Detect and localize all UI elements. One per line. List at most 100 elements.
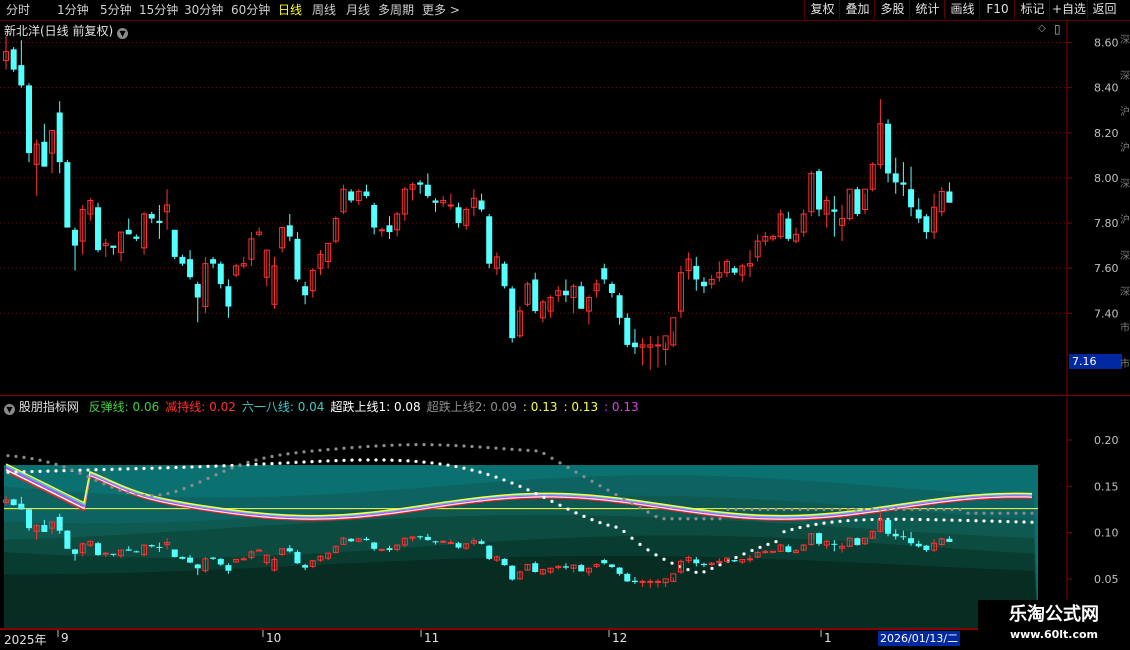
mark-button[interactable]: 标记	[1014, 0, 1050, 19]
candle-body	[156, 220, 163, 224]
gray-dot-curve	[350, 446, 354, 450]
time-label-sep: 9	[61, 631, 69, 645]
candle-body	[700, 281, 707, 287]
gray-dot-curve	[678, 517, 682, 521]
period-tab-more[interactable]: 更多 >	[422, 2, 460, 18]
candle	[455, 202, 462, 228]
gray-dot-curve	[590, 479, 594, 483]
gray-dot-curve	[454, 443, 458, 448]
indicator-chart[interactable]: 0.20 0.15 0.10 0.05	[0, 397, 1130, 629]
white-dot-curve	[958, 518, 962, 522]
candle-body	[816, 171, 823, 210]
indicator-candle-body	[187, 557, 194, 563]
period-tab-multi[interactable]: 多周期	[378, 2, 414, 18]
white-dot-curve	[1022, 520, 1026, 524]
white-dot-curve	[358, 458, 362, 462]
candle	[516, 306, 523, 339]
candle-body	[363, 191, 370, 196]
indicator-candle	[854, 537, 861, 546]
stats-button[interactable]: 统计	[909, 0, 945, 19]
white-dot-curve	[510, 481, 514, 485]
period-tab-15min[interactable]: 15分钟	[139, 2, 178, 18]
candle	[478, 193, 485, 212]
period-tab-daily[interactable]: 日线	[278, 2, 302, 18]
white-dot-curve	[14, 470, 18, 474]
period-tab-30min[interactable]: 30分钟	[184, 2, 223, 18]
candle	[493, 252, 500, 275]
candle	[401, 186, 408, 221]
candle	[179, 254, 186, 266]
candle	[340, 184, 347, 215]
gray-dot-curve	[790, 507, 794, 512]
gray-dot-curve	[846, 507, 850, 512]
indicator-tick-label: 0.10	[1094, 527, 1119, 540]
price-chart-panel[interactable]: 8.60 8.40 8.20 8.00 7.80 7.60 7.40 新北洋(日线 前复权)…	[0, 21, 1130, 396]
candle-body	[348, 191, 355, 201]
candle	[746, 250, 753, 278]
gray-dot-curve	[998, 511, 1002, 515]
period-tab-1min[interactable]: 1分钟	[57, 2, 89, 18]
white-dot-curve	[190, 465, 194, 469]
indicator-candle-body	[417, 536, 424, 538]
white-dot-curve	[902, 517, 906, 521]
white-dot-curve	[278, 461, 282, 465]
candle	[148, 211, 155, 224]
period-tab-5min[interactable]: 5分钟	[100, 2, 132, 18]
candle	[10, 47, 17, 72]
white-dot-curve	[198, 465, 202, 469]
indicator-candle-body	[125, 549, 132, 551]
add-watchlist-button[interactable]: +自选	[1049, 0, 1088, 19]
back-button[interactable]: 返回	[1087, 0, 1121, 19]
gray-dot-curve	[838, 507, 842, 512]
gray-dot-curve	[630, 501, 634, 506]
white-dot-curve	[454, 464, 458, 469]
white-dot-curve	[550, 499, 554, 503]
candle	[931, 193, 938, 239]
period-tab-weekly[interactable]: 周线	[312, 2, 336, 18]
draw-line-button[interactable]: 画线	[944, 0, 980, 19]
indicator-candle-body	[923, 545, 930, 551]
chevron-down-icon[interactable]: ▼	[4, 404, 15, 415]
indicator-candle-body	[148, 545, 155, 547]
chevron-down-icon[interactable]: ▼	[117, 28, 129, 39]
period-tab-timeshare[interactable]: 分时	[6, 2, 30, 18]
indicator-panel[interactable]: 0.20 0.15 0.10 0.05 ▼ 股朋指标网 反弹线: 0.06 减持线: 0…	[0, 397, 1130, 629]
diamond-icon[interactable]: ◇	[1038, 23, 1046, 34]
white-dot-curve	[710, 566, 714, 570]
multi-stock-button[interactable]: 多股	[874, 0, 910, 19]
indicator-candle-body	[18, 503, 25, 510]
indicator-candle	[816, 532, 823, 546]
candle	[700, 277, 707, 293]
white-dot-curve	[566, 507, 570, 511]
candle	[731, 265, 738, 275]
gray-dot-curve	[406, 443, 410, 447]
candle-body	[294, 238, 301, 280]
gray-dot-curve	[486, 445, 490, 450]
candle-body	[56, 112, 63, 163]
candlestick-chart[interactable]: 8.60 8.40 8.20 8.00 7.80 7.60 7.40	[0, 21, 1130, 396]
indicator-candle-body	[770, 550, 776, 553]
indicator-legend-item: 六一八线: 0.04	[242, 400, 325, 414]
period-tab-monthly[interactable]: 月线	[346, 2, 370, 18]
gray-dot-curve	[686, 517, 690, 521]
window-icon[interactable]: ▯	[1054, 22, 1061, 36]
gray-dot-curve	[750, 507, 754, 512]
candle	[279, 227, 286, 253]
candle	[892, 157, 899, 194]
f10-button[interactable]: F10	[979, 0, 1015, 19]
adjust-button[interactable]: 复权	[804, 0, 840, 19]
candle-body	[417, 182, 424, 185]
candle	[202, 256, 209, 314]
gray-dot-curve	[710, 517, 714, 521]
indicator-candle-body	[294, 551, 301, 564]
candle	[49, 130, 56, 174]
candle-body	[217, 263, 224, 284]
indicator-legend-item: 超跌上线1: 0.08	[330, 400, 420, 414]
indicator-candle-body	[946, 538, 953, 542]
overlay-button[interactable]: 叠加	[839, 0, 875, 19]
candle	[194, 281, 201, 323]
period-tab-60min[interactable]: 60分钟	[231, 2, 270, 18]
indicator-candle-body	[785, 546, 792, 552]
indicator-candle-body	[386, 548, 393, 551]
indicator-candle-body	[455, 543, 462, 548]
